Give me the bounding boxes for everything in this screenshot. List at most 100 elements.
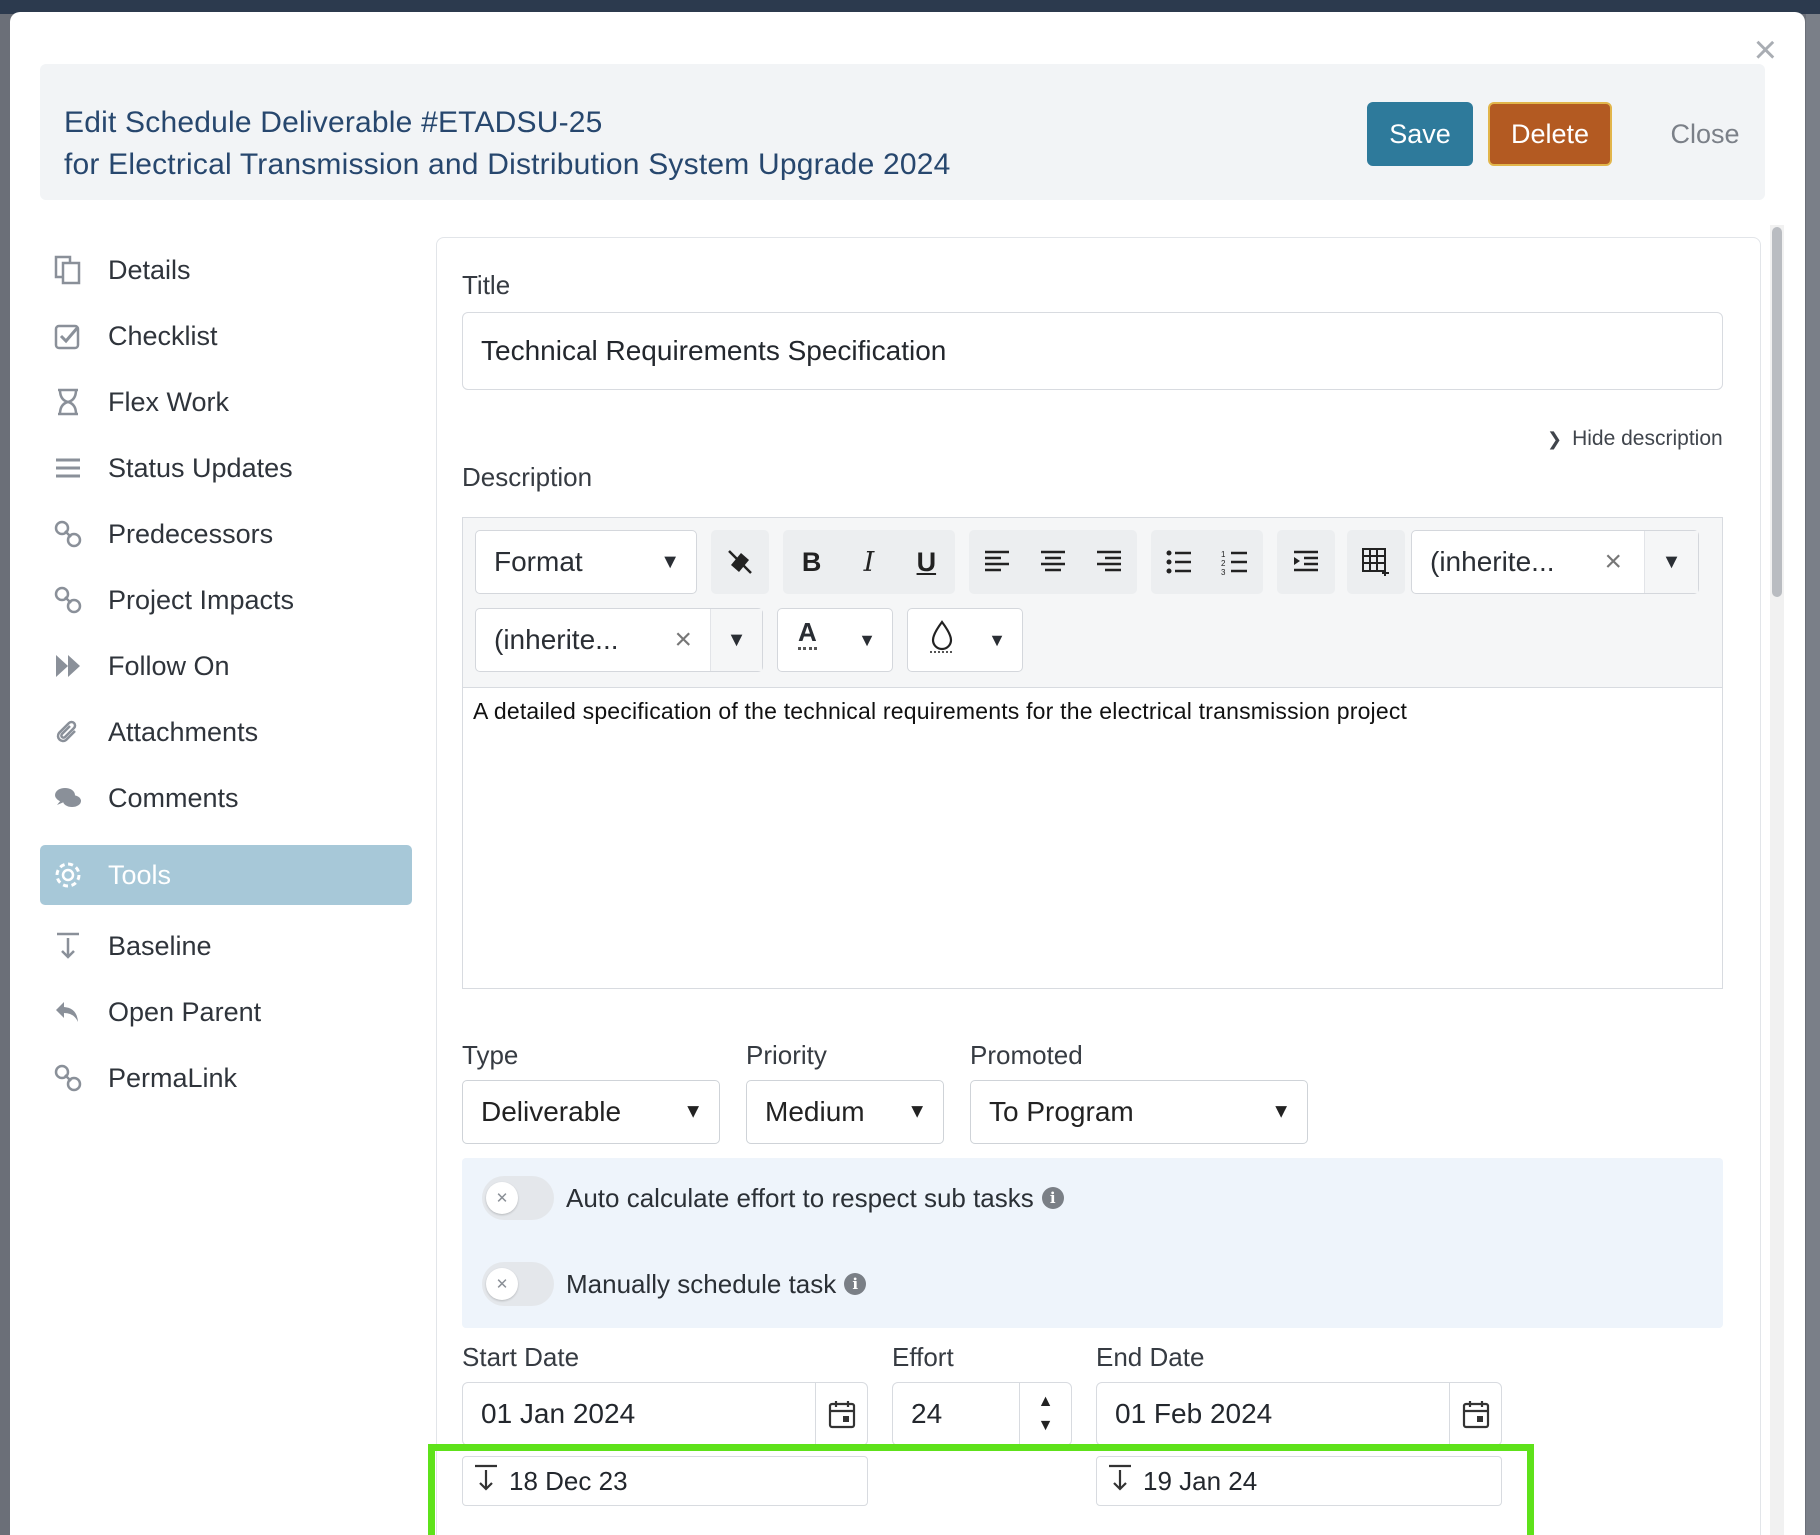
align-right-icon[interactable] <box>1084 537 1134 587</box>
hide-description-toggle[interactable]: ❯ Hide description <box>1547 427 1723 451</box>
manual-schedule-toggle-row: ✕ Manually schedule task i <box>482 1262 867 1306</box>
sidebar-item-label: Baseline <box>108 930 212 961</box>
clear-icon[interactable]: × <box>1604 545 1622 579</box>
manual-schedule-switch[interactable]: ✕ <box>482 1262 554 1306</box>
caret-down-icon: ▼ <box>988 629 1006 650</box>
sidebar-item-label: Open Parent <box>108 996 262 1027</box>
indent-icon[interactable] <box>1281 537 1331 587</box>
title-input[interactable]: Technical Requirements Specification <box>462 312 1723 390</box>
priority-select-value: Medium <box>765 1096 865 1127</box>
gear-icon <box>52 859 84 891</box>
manual-schedule-label: Manually schedule task <box>566 1268 837 1299</box>
ink-drop-icon <box>928 619 956 662</box>
stepper-up-icon[interactable]: ▲ <box>1038 1390 1054 1414</box>
sidebar-item-tools[interactable]: Tools <box>40 845 412 905</box>
baseline-start-value: 18 Dec 23 <box>509 1465 628 1496</box>
end-date-input[interactable]: 01 Feb 2024 <box>1096 1382 1502 1446</box>
sidebar-item-comments[interactable]: Comments <box>40 765 412 831</box>
comments-icon <box>52 782 84 814</box>
description-text[interactable]: A detailed specification of the technica… <box>473 698 1407 725</box>
sidebar-item-label: PermaLink <box>108 1062 238 1093</box>
caret-down-icon[interactable]: ▼ <box>710 609 762 671</box>
promoted-label: Promoted <box>970 1040 1083 1070</box>
effort-label: Effort <box>892 1342 954 1372</box>
sidebar-item-permalink[interactable]: PermaLink <box>40 1045 412 1111</box>
save-button[interactable]: Save <box>1367 102 1473 166</box>
stepper-down-icon[interactable]: ▼ <box>1038 1414 1054 1438</box>
type-label: Type <box>462 1040 519 1070</box>
caret-down-icon: ▼ <box>858 629 876 650</box>
bold-icon[interactable]: B <box>787 537 837 587</box>
baseline-end-date: 19 Jan 24 <box>1096 1456 1502 1506</box>
chevron-down-icon: ❯ <box>1547 428 1563 449</box>
start-date-label: Start Date <box>462 1342 580 1372</box>
sidebar-item-label: Predecessors <box>108 518 274 549</box>
font-size-value: (inherite... <box>494 624 619 655</box>
end-date-value: 01 Feb 2024 <box>1115 1398 1273 1429</box>
font-size-select[interactable]: (inherite... × ▼ <box>475 608 763 672</box>
delete-button[interactable]: Delete <box>1488 102 1612 166</box>
align-left-icon[interactable] <box>972 537 1022 587</box>
caret-down-icon: ▼ <box>907 1100 927 1123</box>
sidebar-item-details[interactable]: Details <box>40 237 412 303</box>
link-icon <box>52 584 84 616</box>
effort-stepper[interactable]: ▲ ▼ <box>1019 1383 1071 1445</box>
numbered-list-icon[interactable]: 123 <box>1210 537 1260 587</box>
type-select[interactable]: Deliverable ▼ <box>462 1080 720 1144</box>
sidebar-item-label: Project Impacts <box>108 584 295 615</box>
sidebar-nav: Details Checklist Flex Work Status Updat… <box>40 237 412 1111</box>
caret-down-icon[interactable]: ▼ <box>1644 531 1698 593</box>
priority-select[interactable]: Medium ▼ <box>746 1080 944 1144</box>
sidebar-item-label: Attachments <box>108 716 259 747</box>
baseline-start-date: 18 Dec 23 <box>462 1456 868 1506</box>
caret-down-icon: ▼ <box>683 1100 703 1123</box>
background-app-edge <box>1806 14 1820 1535</box>
modal-title: Edit Schedule Deliverable #ETADSU-25 <box>64 106 603 139</box>
info-icon[interactable]: i <box>1041 1187 1064 1209</box>
sidebar-item-label: Status Updates <box>108 452 293 483</box>
sidebar-item-follow-on[interactable]: Follow On <box>40 633 412 699</box>
format-select[interactable]: Format ▼ <box>475 530 697 594</box>
end-date-label: End Date <box>1096 1342 1205 1372</box>
sidebar-item-project-impacts[interactable]: Project Impacts <box>40 567 412 633</box>
sidebar-item-attachments[interactable]: Attachments <box>40 699 412 765</box>
calendar-icon[interactable] <box>1449 1383 1501 1445</box>
start-date-input[interactable]: 01 Jan 2024 <box>462 1382 868 1446</box>
sidebar-item-checklist[interactable]: Checklist <box>40 303 412 369</box>
sidebar-item-open-parent[interactable]: Open Parent <box>40 979 412 1045</box>
info-icon[interactable]: i <box>844 1273 867 1295</box>
clear-icon[interactable]: × <box>674 623 692 657</box>
auto-calculate-toggle-row: ✕ Auto calculate effort to respect sub t… <box>482 1176 1064 1220</box>
sidebar-item-predecessors[interactable]: Predecessors <box>40 501 412 567</box>
italic-icon[interactable]: I <box>844 537 894 587</box>
table-icon[interactable] <box>1351 537 1401 587</box>
auto-calculate-label: Auto calculate effort to respect sub tas… <box>566 1182 1034 1213</box>
underline-icon[interactable]: U <box>901 537 951 587</box>
eraser-icon[interactable] <box>715 537 765 587</box>
close-button[interactable]: Close <box>1645 102 1765 166</box>
promoted-select[interactable]: To Program ▼ <box>970 1080 1308 1144</box>
effort-input[interactable]: 24 ▲ ▼ <box>892 1382 1072 1446</box>
baseline-icon <box>52 930 84 962</box>
text-color-picker[interactable]: A ▼ <box>777 608 893 672</box>
modal-header: Edit Schedule Deliverable #ETADSU-25 for… <box>40 64 1765 200</box>
title-label: Title <box>462 270 511 300</box>
description-label: Description <box>462 462 593 492</box>
paperclip-icon <box>52 716 84 748</box>
auto-calculate-switch[interactable]: ✕ <box>482 1176 554 1220</box>
baseline-icon <box>1107 1464 1133 1499</box>
link-icon <box>52 1062 84 1094</box>
align-center-icon[interactable] <box>1028 537 1078 587</box>
sidebar-item-baseline[interactable]: Baseline <box>40 913 412 979</box>
sidebar-item-status-updates[interactable]: Status Updates <box>40 435 412 501</box>
bullet-list-icon[interactable] <box>1154 537 1204 587</box>
background-color-picker[interactable]: ▼ <box>907 608 1023 672</box>
calendar-icon[interactable] <box>815 1383 867 1445</box>
scrollbar-thumb[interactable] <box>1772 227 1782 597</box>
start-date-value: 01 Jan 2024 <box>481 1398 636 1429</box>
sidebar-item-label: Follow On <box>108 650 230 681</box>
sidebar-item-flex-work[interactable]: Flex Work <box>40 369 412 435</box>
alignment-group <box>969 530 1137 594</box>
font-family-select[interactable]: (inherite... × ▼ <box>1411 530 1699 594</box>
sidebar-item-label: Comments <box>108 782 239 813</box>
